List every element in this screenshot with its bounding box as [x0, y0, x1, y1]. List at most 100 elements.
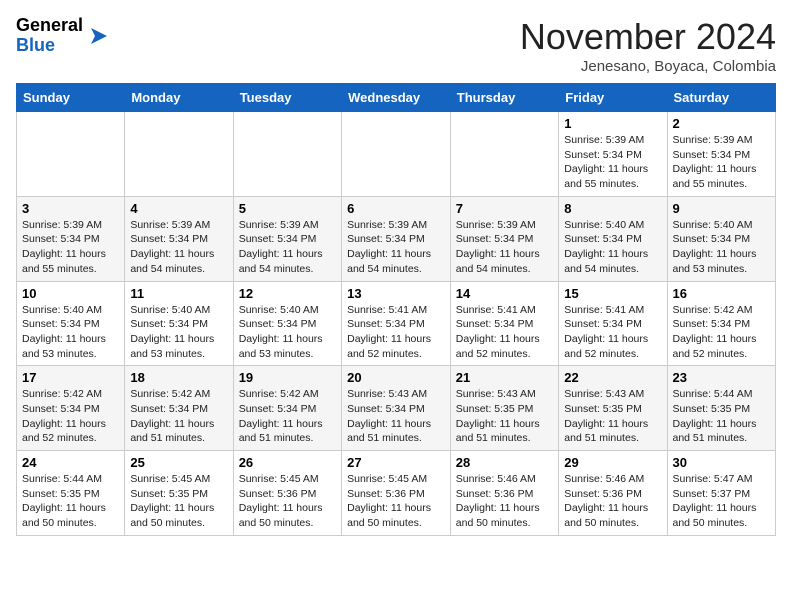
- day-info: Sunrise: 5:39 AM Sunset: 5:34 PM Dayligh…: [239, 218, 336, 277]
- day-info: Sunrise: 5:45 AM Sunset: 5:35 PM Dayligh…: [130, 472, 227, 531]
- day-number: 3: [22, 201, 119, 216]
- day-number: 15: [564, 286, 661, 301]
- day-info: Sunrise: 5:42 AM Sunset: 5:34 PM Dayligh…: [130, 387, 227, 446]
- calendar-cell: 14 Sunrise: 5:41 AM Sunset: 5:34 PM Dayli…: [450, 281, 558, 366]
- calendar-cell: 5 Sunrise: 5:39 AM Sunset: 5:34 PM Daylig…: [233, 196, 341, 281]
- calendar-cell: 13 Sunrise: 5:41 AM Sunset: 5:34 PM Dayli…: [342, 281, 451, 366]
- title-block: November 2024 Jenesano, Boyaca, Colombia: [520, 16, 776, 75]
- day-info: Sunrise: 5:41 AM Sunset: 5:34 PM Dayligh…: [347, 303, 445, 362]
- day-number: 5: [239, 201, 336, 216]
- day-info: Sunrise: 5:40 AM Sunset: 5:34 PM Dayligh…: [22, 303, 119, 362]
- calendar-cell: 18Sunrise: 5:42 AM Sunset: 5:34 PM Dayli…: [125, 366, 233, 451]
- day-number: 6: [347, 201, 445, 216]
- calendar-cell: 17 Sunrise: 5:42 AM Sunset: 5:34 PM Dayli…: [17, 366, 125, 451]
- day-number: 24: [22, 455, 119, 470]
- calendar-week-1: 1 Sunrise: 5:39 AM Sunset: 5:34 PM Daylig…: [17, 112, 776, 197]
- day-info: Sunrise: 5:39 AM Sunset: 5:34 PM Dayligh…: [456, 218, 553, 277]
- weekday-header-tuesday: Tuesday: [233, 84, 341, 112]
- day-info: Sunrise: 5:45 AM Sunset: 5:36 PM Dayligh…: [239, 472, 336, 531]
- calendar-cell: [450, 112, 558, 197]
- day-info: Sunrise: 5:41 AM Sunset: 5:34 PM Dayligh…: [456, 303, 553, 362]
- calendar-cell: 30Sunrise: 5:47 AM Sunset: 5:37 PM Dayli…: [667, 451, 776, 536]
- logo-arrow-icon: [87, 24, 111, 48]
- day-number: 12: [239, 286, 336, 301]
- calendar-header-row: SundayMondayTuesdayWednesdayThursdayFrid…: [17, 84, 776, 112]
- day-number: 30: [673, 455, 771, 470]
- calendar-cell: 22Sunrise: 5:43 AM Sunset: 5:35 PM Dayli…: [559, 366, 667, 451]
- calendar-week-4: 17 Sunrise: 5:42 AM Sunset: 5:34 PM Dayli…: [17, 366, 776, 451]
- day-number: 4: [130, 201, 227, 216]
- day-info: Sunrise: 5:41 AM Sunset: 5:34 PM Dayligh…: [564, 303, 661, 362]
- calendar-cell: 21Sunrise: 5:43 AM Sunset: 5:35 PM Dayli…: [450, 366, 558, 451]
- day-info: Sunrise: 5:46 AM Sunset: 5:36 PM Dayligh…: [564, 472, 661, 531]
- calendar-cell: 6 Sunrise: 5:39 AM Sunset: 5:34 PM Daylig…: [342, 196, 451, 281]
- day-info: Sunrise: 5:39 AM Sunset: 5:34 PM Dayligh…: [564, 133, 661, 192]
- day-info: Sunrise: 5:40 AM Sunset: 5:34 PM Dayligh…: [673, 218, 771, 277]
- day-info: Sunrise: 5:39 AM Sunset: 5:34 PM Dayligh…: [673, 133, 771, 192]
- calendar-cell: 10 Sunrise: 5:40 AM Sunset: 5:34 PM Dayli…: [17, 281, 125, 366]
- logo: GeneralBlue: [16, 16, 111, 56]
- day-number: 19: [239, 370, 336, 385]
- day-info: Sunrise: 5:40 AM Sunset: 5:34 PM Dayligh…: [130, 303, 227, 362]
- day-number: 23: [673, 370, 771, 385]
- day-number: 7: [456, 201, 553, 216]
- calendar-cell: [342, 112, 451, 197]
- weekday-header-wednesday: Wednesday: [342, 84, 451, 112]
- month-title: November 2024: [520, 16, 776, 58]
- weekday-header-thursday: Thursday: [450, 84, 558, 112]
- calendar-cell: 3 Sunrise: 5:39 AM Sunset: 5:34 PM Daylig…: [17, 196, 125, 281]
- calendar-cell: 7 Sunrise: 5:39 AM Sunset: 5:34 PM Daylig…: [450, 196, 558, 281]
- day-number: 29: [564, 455, 661, 470]
- day-number: 20: [347, 370, 445, 385]
- day-info: Sunrise: 5:39 AM Sunset: 5:34 PM Dayligh…: [22, 218, 119, 277]
- calendar-cell: [125, 112, 233, 197]
- day-info: Sunrise: 5:43 AM Sunset: 5:34 PM Dayligh…: [347, 387, 445, 446]
- calendar-cell: 25 Sunrise: 5:45 AM Sunset: 5:35 PM Dayli…: [125, 451, 233, 536]
- calendar-cell: 24 Sunrise: 5:44 AM Sunset: 5:35 PM Dayli…: [17, 451, 125, 536]
- calendar-cell: 20 Sunrise: 5:43 AM Sunset: 5:34 PM Dayli…: [342, 366, 451, 451]
- day-number: 28: [456, 455, 553, 470]
- day-number: 14: [456, 286, 553, 301]
- calendar-cell: 4 Sunrise: 5:39 AM Sunset: 5:34 PM Daylig…: [125, 196, 233, 281]
- day-number: 11: [130, 286, 227, 301]
- day-info: Sunrise: 5:39 AM Sunset: 5:34 PM Dayligh…: [347, 218, 445, 277]
- calendar-cell: 2Sunrise: 5:39 AM Sunset: 5:34 PM Daylig…: [667, 112, 776, 197]
- calendar-cell: 28 Sunrise: 5:46 AM Sunset: 5:36 PM Dayli…: [450, 451, 558, 536]
- calendar-cell: 29 Sunrise: 5:46 AM Sunset: 5:36 PM Dayli…: [559, 451, 667, 536]
- day-info: Sunrise: 5:42 AM Sunset: 5:34 PM Dayligh…: [22, 387, 119, 446]
- calendar-week-5: 24 Sunrise: 5:44 AM Sunset: 5:35 PM Dayli…: [17, 451, 776, 536]
- logo-general: General: [16, 16, 83, 36]
- calendar-cell: [17, 112, 125, 197]
- day-number: 17: [22, 370, 119, 385]
- day-info: Sunrise: 5:45 AM Sunset: 5:36 PM Dayligh…: [347, 472, 445, 531]
- logo-blue: Blue: [16, 36, 83, 56]
- day-info: Sunrise: 5:46 AM Sunset: 5:36 PM Dayligh…: [456, 472, 553, 531]
- day-number: 1: [564, 116, 661, 131]
- day-info: Sunrise: 5:39 AM Sunset: 5:34 PM Dayligh…: [130, 218, 227, 277]
- day-number: 26: [239, 455, 336, 470]
- day-number: 8: [564, 201, 661, 216]
- day-info: Sunrise: 5:43 AM Sunset: 5:35 PM Dayligh…: [456, 387, 553, 446]
- calendar-cell: 8 Sunrise: 5:40 AM Sunset: 5:34 PM Daylig…: [559, 196, 667, 281]
- calendar-table: SundayMondayTuesdayWednesdayThursdayFrid…: [16, 83, 776, 536]
- location: Jenesano, Boyaca, Colombia: [520, 58, 776, 75]
- weekday-header-sunday: Sunday: [17, 84, 125, 112]
- day-number: 27: [347, 455, 445, 470]
- day-info: Sunrise: 5:40 AM Sunset: 5:34 PM Dayligh…: [239, 303, 336, 362]
- day-info: Sunrise: 5:40 AM Sunset: 5:34 PM Dayligh…: [564, 218, 661, 277]
- day-number: 13: [347, 286, 445, 301]
- day-number: 25: [130, 455, 227, 470]
- day-info: Sunrise: 5:42 AM Sunset: 5:34 PM Dayligh…: [673, 303, 771, 362]
- weekday-header-friday: Friday: [559, 84, 667, 112]
- day-number: 16: [673, 286, 771, 301]
- day-info: Sunrise: 5:44 AM Sunset: 5:35 PM Dayligh…: [22, 472, 119, 531]
- calendar-cell: 23Sunrise: 5:44 AM Sunset: 5:35 PM Dayli…: [667, 366, 776, 451]
- calendar-cell: 12 Sunrise: 5:40 AM Sunset: 5:34 PM Dayli…: [233, 281, 341, 366]
- logo-text: GeneralBlue: [16, 16, 83, 56]
- calendar-week-2: 3 Sunrise: 5:39 AM Sunset: 5:34 PM Daylig…: [17, 196, 776, 281]
- day-info: Sunrise: 5:42 AM Sunset: 5:34 PM Dayligh…: [239, 387, 336, 446]
- weekday-header-saturday: Saturday: [667, 84, 776, 112]
- day-number: 10: [22, 286, 119, 301]
- calendar-cell: 26 Sunrise: 5:45 AM Sunset: 5:36 PM Dayli…: [233, 451, 341, 536]
- calendar-cell: 11 Sunrise: 5:40 AM Sunset: 5:34 PM Dayli…: [125, 281, 233, 366]
